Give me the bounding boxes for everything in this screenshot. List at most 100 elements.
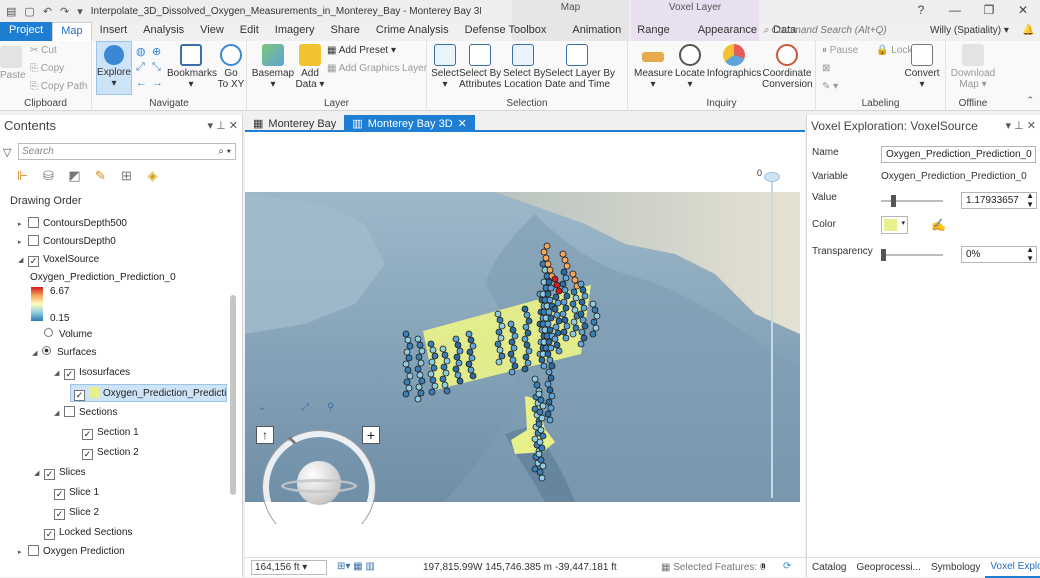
labeling-view-icon[interactable]: ◈ bbox=[144, 167, 161, 184]
select-layer-by-date-button[interactable]: Select Layer By Date and Time bbox=[545, 44, 615, 90]
scale-selector[interactable]: 164,156 ft ▾ bbox=[251, 560, 327, 575]
measure-button[interactable]: Measure ▾ bbox=[634, 44, 673, 90]
basemap-button[interactable]: Basemap ▾ bbox=[251, 44, 295, 90]
selected-features-button[interactable]: ▦ Selected Features: 0 bbox=[661, 562, 766, 573]
toc-item-surfaces[interactable]: ◢ Surfaces bbox=[32, 344, 96, 362]
slice1-checkbox[interactable]: ✓ bbox=[54, 489, 65, 500]
tab-crime-analysis[interactable]: Crime Analysis bbox=[368, 22, 457, 41]
collapse-icon[interactable]: ◢ bbox=[54, 365, 64, 383]
undo-icon[interactable]: ↶ bbox=[43, 5, 52, 18]
tab-insert[interactable]: Insert bbox=[92, 22, 136, 41]
open-icon[interactable]: ▢ bbox=[24, 5, 34, 18]
restore-button[interactable]: ❐ bbox=[972, 0, 1006, 22]
more-labeling-icon[interactable]: ✎ ▾ bbox=[822, 81, 838, 93]
tab-project[interactable]: Project bbox=[0, 22, 53, 41]
slice2-checkbox[interactable]: ✓ bbox=[54, 509, 65, 520]
tab-analysis[interactable]: Analysis bbox=[135, 22, 192, 41]
walk-mode-icon[interactable]: ⚲ bbox=[327, 402, 334, 413]
pane-options-icon[interactable]: ▾ bbox=[208, 120, 214, 132]
tab-catalog[interactable]: Catalog bbox=[807, 562, 851, 573]
layer-checkbox[interactable] bbox=[28, 545, 39, 556]
toc-item-slices[interactable]: ◢ ✓ Slices bbox=[34, 464, 86, 482]
collapse-ribbon-icon[interactable]: ⌃ bbox=[1026, 95, 1034, 106]
pin-icon[interactable]: ⊥ bbox=[1014, 120, 1024, 132]
notification-icon[interactable]: 🔔 bbox=[1022, 25, 1034, 36]
expand-icon[interactable]: ▸ bbox=[18, 216, 28, 234]
transparency-spinner-icon[interactable]: ▲ ▼ bbox=[1026, 245, 1034, 263]
zoom-in-icon[interactable]: + bbox=[362, 426, 380, 444]
close-pane-icon[interactable]: ✕ bbox=[229, 120, 238, 132]
search-icon[interactable]: ⌕ ▾ bbox=[218, 144, 231, 159]
height-slider[interactable]: 0 bbox=[757, 168, 787, 498]
bookmarks-button[interactable]: Bookmarks ▾ bbox=[167, 44, 217, 90]
tab-view[interactable]: View bbox=[192, 22, 232, 41]
tab-map[interactable]: Map bbox=[52, 22, 92, 41]
toc-item-contours500[interactable]: ▸ ContoursDepth500 bbox=[18, 215, 127, 233]
transparency-slider[interactable] bbox=[881, 249, 943, 261]
scrollbar-thumb[interactable] bbox=[230, 295, 236, 495]
toc-item-voxelsource[interactable]: ◢ ✓ VoxelSource bbox=[18, 251, 99, 269]
tab-monterey-bay[interactable]: ▦ Monterey Bay bbox=[245, 115, 344, 132]
locate-button[interactable]: Locate ▾ bbox=[674, 44, 706, 90]
tab-appearance[interactable]: Appearance bbox=[690, 22, 765, 41]
copy-button[interactable]: ⎘ Copy bbox=[30, 63, 64, 75]
select-by-location-button[interactable]: Select By Location bbox=[503, 44, 545, 90]
pause-drawing-icon[interactable]: ⏸ bbox=[761, 561, 766, 572]
layer-checkbox[interactable] bbox=[28, 217, 39, 228]
paste-button[interactable]: Paste bbox=[0, 46, 26, 81]
transparency-field[interactable]: 0% ▲ ▼ bbox=[961, 245, 1037, 263]
drawing-order-icon[interactable]: ⊩ bbox=[14, 167, 31, 184]
collapse-icon[interactable]: ◢ bbox=[54, 405, 64, 423]
save-icon[interactable]: ▤ bbox=[6, 5, 16, 18]
add-preset-button[interactable]: ▦ Add Preset ▾ bbox=[327, 45, 396, 57]
toc-item-oxygen-prediction[interactable]: ▸ Oxygen Prediction bbox=[18, 543, 125, 561]
forward-icon[interactable]: → bbox=[152, 77, 163, 89]
help-button[interactable]: ? bbox=[904, 0, 938, 22]
contents-scrollbar[interactable] bbox=[229, 220, 237, 560]
pane-options-icon[interactable]: ▾ bbox=[1006, 120, 1012, 132]
pin-icon[interactable]: ⊥ bbox=[216, 120, 226, 132]
isosurface-checkbox[interactable]: ✓ bbox=[74, 390, 85, 401]
layer-checkbox[interactable]: ✓ bbox=[28, 256, 39, 267]
toc-item-slice2[interactable]: ✓ Slice 2 bbox=[54, 504, 99, 522]
name-field[interactable]: Oxygen_Prediction_Prediction_0 bbox=[881, 146, 1036, 163]
tab-range[interactable]: Range bbox=[629, 22, 677, 41]
collapse-icon[interactable]: ◢ bbox=[32, 345, 42, 363]
value-field[interactable]: 1.17933657 ▲ ▼ bbox=[961, 191, 1037, 209]
editing-view-icon[interactable]: ✎ bbox=[92, 167, 109, 184]
explore-button[interactable]: Explore ▾ bbox=[96, 41, 132, 95]
layer-checkbox[interactable] bbox=[28, 235, 39, 246]
collapse-icon[interactable]: ◢ bbox=[18, 252, 28, 270]
redo-icon[interactable]: ↷ bbox=[60, 5, 69, 18]
tab-symbology[interactable]: Symbology bbox=[926, 562, 985, 573]
zoom-layer-icon[interactable]: ⤡ bbox=[152, 61, 161, 74]
infographics-button[interactable]: Infographics bbox=[706, 44, 762, 79]
navigator-pointer-icon[interactable]: ⬉ bbox=[287, 433, 297, 447]
download-map-button[interactable]: Download Map ▾ bbox=[948, 44, 998, 90]
value-spinner-icon[interactable]: ▲ ▼ bbox=[1026, 191, 1034, 209]
select-button[interactable]: Select ▾ bbox=[429, 44, 461, 90]
command-search[interactable]: ⌕ Command Search (Alt+Q) bbox=[763, 22, 915, 39]
toc-item-section2[interactable]: ✓ Section 2 bbox=[82, 444, 139, 462]
select-by-attributes-button[interactable]: Select By Attributes bbox=[459, 44, 501, 90]
go-to-xy-button[interactable]: Go To XY bbox=[216, 44, 246, 90]
fixed-zoom-in-icon[interactable]: ⊕ bbox=[152, 45, 161, 58]
eyedropper-icon[interactable]: ✍ bbox=[931, 218, 946, 232]
add-graphics-layer-button[interactable]: ▦ Add Graphics Layer bbox=[327, 63, 427, 75]
locked-sections-checkbox[interactable]: ✓ bbox=[44, 529, 55, 540]
data-source-icon[interactable]: ⛁ bbox=[40, 167, 57, 184]
isosurfaces-checkbox[interactable]: ✓ bbox=[64, 369, 75, 380]
toc-item-locked-sections[interactable]: ✓ Locked Sections bbox=[44, 524, 132, 542]
section1-checkbox[interactable]: ✓ bbox=[82, 429, 93, 440]
filter-icon[interactable]: ▽ bbox=[3, 146, 11, 159]
toc-item-sections[interactable]: ◢ Sections bbox=[54, 404, 117, 422]
coordinate-conversion-button[interactable]: Coordinate Conversion bbox=[762, 44, 813, 90]
transparency-slider-knob[interactable] bbox=[881, 249, 886, 261]
expand-icon[interactable]: ▸ bbox=[18, 234, 28, 252]
zoom-extent-icon[interactable]: ⤢ bbox=[136, 61, 145, 74]
minimize-button[interactable]: — bbox=[938, 0, 972, 22]
tab-share[interactable]: Share bbox=[323, 22, 368, 41]
tab-voxel-exploration[interactable]: Voxel Explorat... bbox=[985, 558, 1040, 578]
user-account[interactable]: Willy (Spatiality) ▾ bbox=[930, 22, 1009, 39]
toc-item-isosurfaces[interactable]: ◢ ✓ Isosurfaces bbox=[54, 364, 130, 382]
